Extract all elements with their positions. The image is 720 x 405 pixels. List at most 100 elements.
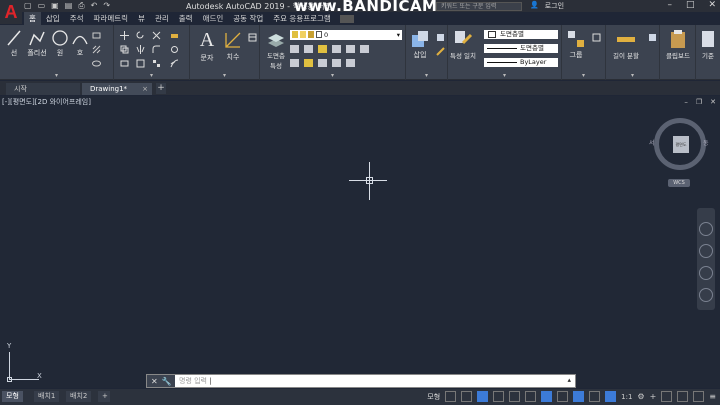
- dynamic-input-icon[interactable]: [493, 391, 505, 402]
- tab-parametric[interactable]: 파라메트릭: [89, 12, 134, 25]
- tab-start[interactable]: 시작: [6, 83, 80, 95]
- ortho-icon[interactable]: [509, 391, 521, 402]
- match-properties-button[interactable]: 특성 일치: [450, 29, 476, 60]
- polyline-button[interactable]: 폴리선: [24, 29, 50, 58]
- steering-wheel-icon[interactable]: [699, 222, 713, 236]
- measure-button[interactable]: 길이 분할: [608, 29, 644, 60]
- properties-panel-title[interactable]: ▾: [448, 72, 561, 79]
- undo-icon[interactable]: ↶: [91, 1, 98, 11]
- customization-icon[interactable]: ≡: [709, 392, 716, 401]
- grid-icon[interactable]: [445, 391, 457, 402]
- wrench-icon[interactable]: 🔧: [162, 377, 172, 386]
- tab-addins[interactable]: 애드인: [198, 12, 229, 25]
- explode-icon[interactable]: [170, 45, 179, 54]
- ellipse-icon[interactable]: [92, 59, 101, 68]
- chevron-up-icon[interactable]: ▴: [567, 376, 571, 384]
- tab-layout2[interactable]: 배치2: [66, 391, 92, 402]
- lineweight-icon[interactable]: [589, 391, 601, 402]
- calculator-icon[interactable]: [648, 33, 657, 42]
- save-icon[interactable]: ▣: [51, 1, 59, 11]
- new-tab-button[interactable]: +: [156, 83, 166, 94]
- mirror-icon[interactable]: [136, 45, 145, 54]
- clean-screen-icon[interactable]: [693, 391, 705, 402]
- plus-icon[interactable]: +: [650, 392, 657, 401]
- arc-button[interactable]: 호: [70, 29, 90, 58]
- tab-layout1[interactable]: 배치1: [34, 391, 60, 402]
- layer-properties-button[interactable]: 도면층 특성: [264, 29, 288, 70]
- paste-button[interactable]: 클립보드: [662, 29, 694, 60]
- move-icon[interactable]: [120, 31, 129, 40]
- close-icon[interactable]: ✕: [710, 98, 716, 106]
- layer-tool-icon[interactable]: [304, 45, 313, 53]
- draw-panel-title[interactable]: ▾: [0, 72, 113, 79]
- login-label[interactable]: 로그인: [545, 1, 564, 11]
- infer-constraints-icon[interactable]: [477, 391, 489, 402]
- minimize-icon[interactable]: –: [684, 98, 688, 106]
- offset-icon[interactable]: [170, 59, 179, 68]
- tab-manage[interactable]: 관리: [150, 12, 174, 25]
- saveas-icon[interactable]: ▤: [65, 1, 73, 11]
- modify-panel-title[interactable]: ▾: [114, 72, 189, 79]
- lineweight-dropdown[interactable]: ByLayer: [484, 58, 558, 67]
- hatch-icon[interactable]: [92, 45, 101, 54]
- new-layout-button[interactable]: +: [98, 391, 110, 402]
- maximize-icon[interactable]: □: [686, 0, 695, 10]
- compass-east[interactable]: 동: [703, 138, 709, 147]
- application-menu-button[interactable]: A: [0, 0, 22, 24]
- table-icon[interactable]: [248, 33, 257, 42]
- redo-icon[interactable]: ↷: [103, 1, 110, 11]
- layer-tool-icon[interactable]: [304, 59, 313, 67]
- tab-output[interactable]: 출력: [174, 12, 198, 25]
- rectangle-icon[interactable]: [92, 31, 101, 40]
- model-space-toggle[interactable]: 모형: [427, 392, 440, 402]
- tab-model[interactable]: 모형: [2, 391, 23, 402]
- layer-tool-icon[interactable]: [346, 45, 355, 53]
- zoom-icon[interactable]: [699, 266, 713, 280]
- command-line[interactable]: ✕ 🔧 명령 입력 | ▴: [146, 374, 576, 388]
- trim-icon[interactable]: [152, 31, 161, 40]
- base-view-button[interactable]: 기준: [698, 29, 718, 60]
- line-button[interactable]: 선: [4, 29, 24, 58]
- array-icon[interactable]: [152, 59, 161, 68]
- isodraft-icon[interactable]: [541, 391, 553, 402]
- rotate-icon[interactable]: [136, 31, 145, 40]
- edit-block-icon[interactable]: [436, 47, 445, 56]
- layer-tool-icon[interactable]: [290, 45, 299, 53]
- close-icon[interactable]: ✕: [151, 377, 158, 386]
- circle-button[interactable]: 원: [50, 29, 70, 58]
- layer-tool-icon[interactable]: [332, 45, 341, 53]
- polar-tracking-icon[interactable]: [525, 391, 537, 402]
- tab-featured-apps[interactable]: 주요 응용프로그램: [268, 12, 336, 25]
- annotation-scale-value[interactable]: 1:1: [621, 393, 632, 401]
- print-icon[interactable]: ⎙: [78, 1, 84, 11]
- copy-icon[interactable]: [120, 45, 129, 54]
- layer-tool-icon[interactable]: [318, 59, 327, 67]
- annotation-scale-icon[interactable]: [605, 391, 617, 402]
- scale-icon[interactable]: [136, 59, 145, 68]
- restore-icon[interactable]: ❐: [696, 98, 702, 106]
- erase-icon[interactable]: [170, 31, 179, 40]
- layer-tool-icon[interactable]: [346, 59, 355, 67]
- compass-west[interactable]: 서: [649, 138, 655, 147]
- minimize-icon[interactable]: –: [667, 0, 672, 10]
- ungroup-icon[interactable]: [592, 33, 601, 42]
- wcs-menu[interactable]: WCS: [668, 179, 690, 187]
- object-snap-icon[interactable]: [573, 391, 585, 402]
- open-icon[interactable]: ▭: [38, 1, 46, 11]
- search-input[interactable]: 키워드 또는 구문 입력: [436, 2, 522, 11]
- tab-drawing1[interactable]: Drawing1* ×: [82, 83, 152, 95]
- annotation-panel-title[interactable]: ▾: [190, 72, 259, 79]
- stretch-icon[interactable]: [120, 59, 129, 68]
- orbit-icon[interactable]: [699, 288, 713, 302]
- layers-panel-title[interactable]: ▾: [260, 72, 405, 79]
- close-icon[interactable]: ✕: [708, 0, 716, 10]
- block-panel-title[interactable]: ▾: [406, 72, 447, 79]
- snap-icon[interactable]: [461, 391, 473, 402]
- layer-tool-icon[interactable]: [332, 59, 341, 67]
- create-block-icon[interactable]: [436, 33, 445, 42]
- tab-annotate[interactable]: 주석: [65, 12, 89, 25]
- utilities-panel-title[interactable]: ▾: [606, 72, 659, 79]
- dimension-button[interactable]: 치수: [220, 29, 246, 62]
- ribbon-options-button[interactable]: [339, 14, 354, 23]
- viewport-controls[interactable]: [-][평면도][2D 와이어프레임]: [2, 97, 91, 107]
